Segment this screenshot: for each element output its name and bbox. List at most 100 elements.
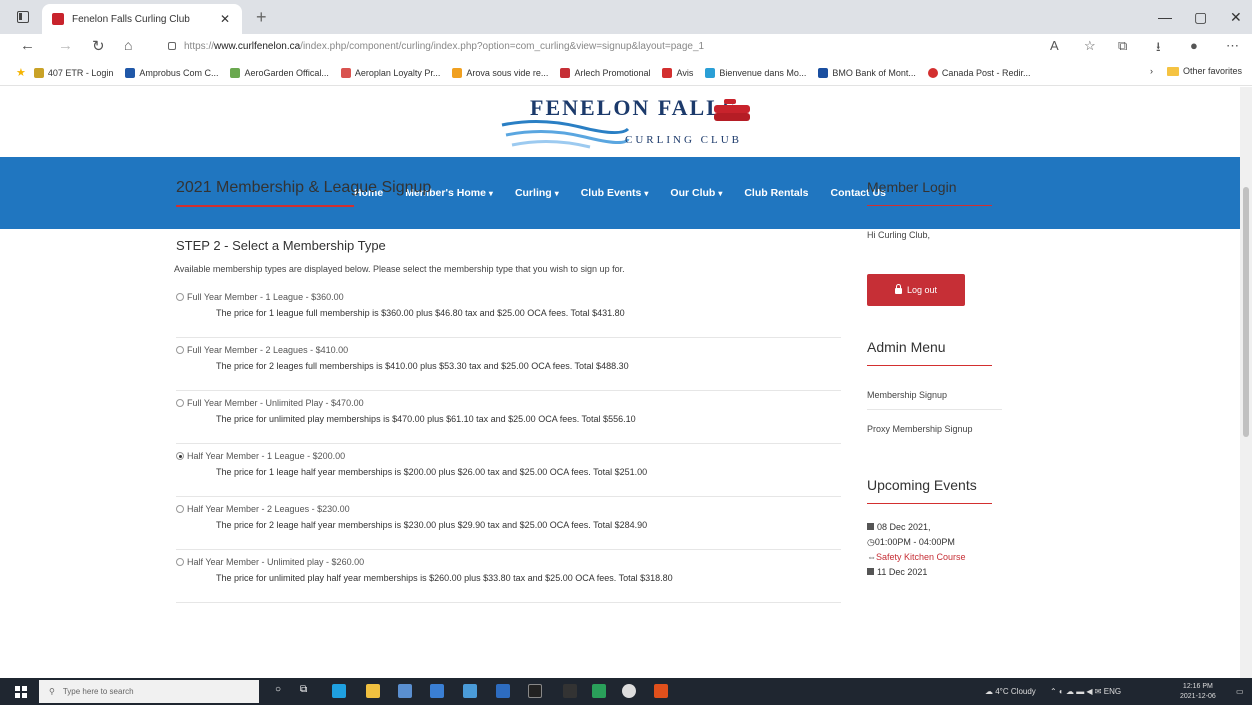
read-aloud-icon[interactable]: A [1050,38,1059,53]
collections-icon[interactable]: ⧉ [1118,38,1127,54]
favorite-icon [33,67,44,78]
title-underline [867,365,992,366]
downloads-icon[interactable]: ⭳ [1156,38,1161,60]
close-window-icon[interactable]: ✕ [1230,9,1242,26]
system-tray-icons[interactable]: ⌃ ◐ ☁ ▬ ◀ ✉ ENG [1050,687,1121,696]
favorite-item[interactable]: Avis [662,67,693,78]
favorite-item[interactable]: Arova sous vide re... [452,67,548,78]
chevron-right-icon[interactable]: › [1150,66,1153,76]
option-description: The price for unlimited play memberships… [216,414,636,424]
radio-button[interactable] [176,293,184,301]
membership-option[interactable]: Half Year Member - Unlimited play - $260… [176,550,841,603]
other-favorites[interactable]: › Other favorites [1150,66,1242,76]
event-time: ◷01:00PM - 04:00PM [867,537,955,547]
favorite-item[interactable]: Arlech Promotional [560,67,650,78]
radio-button[interactable] [176,399,184,407]
option-label: Half Year Member - 2 Leagues - $230.00 [187,504,350,514]
option-description: The price for 1 league full membership i… [216,308,625,318]
more-icon[interactable]: ⋯ [1226,38,1239,54]
membership-option[interactable]: Full Year Member - Unlimited Play - $470… [176,391,841,444]
membership-options: Full Year Member - 1 League - $360.00 Th… [176,285,841,603]
app-icon[interactable] [654,684,668,698]
weather-widget[interactable]: ☁ 4°C Cloudy [985,687,1036,696]
option-label: Full Year Member - 1 League - $360.00 [187,292,344,302]
main-content: 2021 Membership & League Signup STEP 2 -… [174,179,846,678]
lock-icon [894,284,902,294]
task-view-icon[interactable]: ⧉ [300,684,314,698]
upcoming-events-title: Upcoming Events [867,477,977,493]
scrollbar-thumb[interactable] [1243,187,1249,437]
site-favicon-icon [52,13,64,25]
favorite-item[interactable]: 407 ETR - Login [33,67,113,78]
option-label: Full Year Member - 2 Leagues - $410.00 [187,345,349,355]
favorite-item[interactable]: AeroGarden Offical... [230,67,329,78]
site-logo[interactable]: FENELON FALLS CURLING CLUB [500,89,760,157]
option-label: Half Year Member - 1 League - $200.00 [187,451,346,461]
membership-option[interactable]: Full Year Member - 1 League - $360.00 Th… [176,285,841,338]
option-description: The price for 2 leage half year membersh… [216,520,648,530]
profile-icon[interactable]: ● [1190,38,1198,53]
logout-button[interactable]: Log out [867,274,965,306]
option-description: The price for 2 leages full memberships … [216,361,629,371]
edge-icon[interactable] [332,684,346,698]
app-icon[interactable] [496,684,510,698]
windows-start-icon[interactable] [15,686,27,698]
taskbar-clock[interactable]: 12:16 PM 2021-12-06 [1180,682,1216,702]
url-field[interactable]: https://www.curlfenelon.ca/index.php/com… [160,37,1030,57]
restore-icon[interactable]: ▢ [1194,9,1207,26]
membership-option[interactable]: Full Year Member - 2 Leagues - $410.00 T… [176,338,841,391]
link-icon: ⇔ [867,552,876,562]
membership-signup-link[interactable]: Membership Signup [867,390,947,400]
notifications-icon[interactable]: ▭ [1236,687,1244,696]
favorite-item[interactable]: BMO Bank of Mont... [818,67,916,78]
new-tab-icon[interactable]: + [256,8,267,26]
home-icon[interactable]: ⌂ [124,37,132,53]
favorite-star-icon[interactable]: ☆ [1084,38,1096,54]
member-login-title: Member Login [867,179,957,195]
refresh-icon[interactable]: ↻ [92,37,105,55]
next-event-date: 11 Dec 2021 [867,567,927,577]
forward-icon[interactable]: → [58,37,73,54]
page-viewport: FENELON FALLS CURLING CLUB Home Member's… [0,87,1252,678]
favorite-icon [662,67,673,78]
proxy-membership-signup-link[interactable]: Proxy Membership Signup [867,424,973,434]
option-description: The price for 1 leage half year membersh… [216,467,648,477]
taskbar-search[interactable]: ⚲ Type here to search [39,680,259,703]
calendar-icon [867,568,874,575]
store-icon[interactable] [398,684,412,698]
close-tab-icon[interactable]: ✕ [218,12,232,26]
file-explorer-icon[interactable] [366,684,380,698]
option-label: Full Year Member - Unlimited Play - $470… [187,398,364,408]
chrome-icon[interactable] [622,684,636,698]
radio-button[interactable] [176,346,184,354]
favorite-item[interactable]: Bienvenue dans Mo... [705,67,806,78]
back-icon[interactable]: ← [20,37,35,54]
favorite-item[interactable]: Amprobus Com C... [125,67,218,78]
event-item[interactable]: ⇔Safety Kitchen Course [867,552,966,562]
favorite-item[interactable]: Aeroplan Loyalty Pr... [340,67,440,78]
minimize-icon[interactable]: — [1158,9,1172,25]
browser-tab[interactable]: Fenelon Falls Curling Club ✕ [42,4,242,34]
page-scrollbar[interactable] [1240,87,1252,678]
title-underline [867,503,992,504]
membership-option[interactable]: Half Year Member - 1 League - $200.00 Th… [176,444,841,497]
tab-title: Fenelon Falls Curling Club [72,13,190,25]
clock-icon: ◷ [867,537,875,547]
app-icon[interactable] [463,684,477,698]
radio-button-selected[interactable] [176,452,184,460]
app-icon[interactable] [592,684,606,698]
radio-button[interactable] [176,505,184,513]
radio-button[interactable] [176,558,184,566]
app-icon[interactable] [563,684,577,698]
tab-actions-icon[interactable] [17,11,29,23]
windows-taskbar: ⚲ Type here to search ○ ⧉ ☁ 4°C Cloudy ⌃ … [0,678,1252,705]
app-icon[interactable] [528,684,542,698]
cortana-icon[interactable]: ○ [275,684,289,698]
event-date: 08 Dec 2021, [867,522,931,532]
mail-icon[interactable] [430,684,444,698]
favorite-item[interactable]: Canada Post - Redir... [927,67,1030,78]
membership-option[interactable]: Half Year Member - 2 Leagues - $230.00 T… [176,497,841,550]
step-description: Available membership types are displayed… [174,264,625,274]
greeting-text: Hi Curling Club, [867,230,931,240]
folder-icon [1166,66,1179,76]
